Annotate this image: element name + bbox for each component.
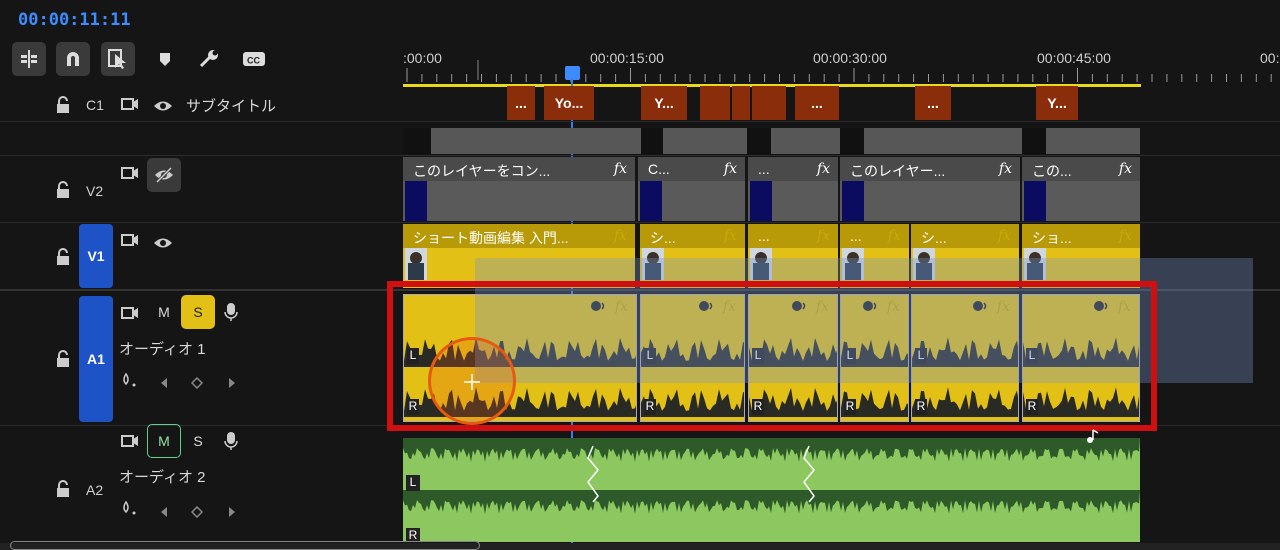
thumbnail [405, 248, 427, 280]
a2-music-clip[interactable]: L R [403, 438, 1140, 542]
fx-badge: fx [613, 161, 627, 177]
sync-lock-icon[interactable] [121, 96, 139, 115]
clip-title: シ... [921, 230, 947, 246]
keyframe-volume-icon[interactable] [120, 372, 138, 392]
fx-badge: fx [1118, 228, 1132, 244]
lock-icon[interactable] [55, 181, 71, 199]
caption-clip[interactable] [700, 86, 730, 120]
fx-badge: fx [1118, 161, 1132, 177]
voice-record-icon[interactable] [224, 431, 238, 455]
mute-button-a1[interactable]: M [147, 295, 181, 329]
v2-clip[interactable]: C... fx [638, 157, 745, 221]
add-marker-icon[interactable] [148, 42, 182, 76]
clip-title: このレイヤーをコン... [413, 163, 551, 179]
svg-text:CC: CC [247, 56, 260, 66]
sync-lock-icon[interactable] [121, 433, 139, 452]
lock-icon[interactable] [55, 350, 71, 368]
thumbnail [403, 128, 431, 154]
keyframe-volume-icon[interactable] [120, 500, 138, 520]
v2-clip[interactable]: このレイヤーをコン... fx [403, 157, 635, 221]
eye-icon[interactable] [153, 97, 173, 116]
track-target-v1[interactable]: V1 [79, 224, 113, 288]
solo-button-a2[interactable]: S [181, 424, 215, 458]
clip-title: シ... [650, 230, 676, 246]
mute-button-a2[interactable]: M [147, 424, 181, 458]
clip-title: ... [758, 228, 770, 244]
add-keyframe-icon[interactable] [190, 503, 204, 522]
next-keyframe-icon[interactable] [227, 374, 237, 393]
eye-hidden-icon[interactable] [147, 158, 181, 192]
clip-title: ショート動画編集 入門... [413, 230, 569, 246]
fx-badge: fx [613, 228, 627, 244]
clip-title: C... [648, 161, 670, 177]
v2-clip[interactable]: ... fx [748, 157, 838, 221]
playhead-timecode[interactable]: 00:00:11:11 [18, 10, 131, 30]
linked-selection-icon[interactable] [101, 42, 135, 76]
thumbnail [747, 128, 771, 154]
fx-badge: fx [723, 161, 737, 177]
clip-title: この... [1032, 163, 1072, 179]
captions-icon[interactable]: CC [237, 42, 271, 76]
fx-badge: fx [998, 161, 1012, 177]
music-note-icon [1086, 428, 1100, 447]
fx-badge: fx [887, 228, 901, 244]
track-name-v2[interactable]: V2 [86, 183, 103, 199]
settings-wrench-icon[interactable] [192, 42, 226, 76]
channel-right-label: R [406, 528, 420, 542]
v2-clip[interactable]: この... fx [1022, 157, 1140, 221]
add-keyframe-icon[interactable] [190, 374, 204, 393]
fx-badge: fx [816, 161, 830, 177]
channel-left-label: L [406, 475, 420, 491]
eye-icon[interactable] [153, 234, 173, 253]
v2-clip[interactable]: このレイヤー... fx [840, 157, 1020, 221]
caption-clip[interactable]: Y... [1036, 86, 1078, 120]
lock-icon[interactable] [55, 96, 71, 114]
sync-lock-icon[interactable] [121, 305, 139, 324]
move-cursor-icon [464, 374, 480, 394]
caption-clip[interactable]: ... [507, 86, 535, 120]
caption-clip[interactable]: Y... [641, 86, 687, 120]
fx-badge: fx [816, 228, 830, 244]
thumbnail [840, 128, 864, 154]
clip-title: このレイヤー... [850, 163, 946, 179]
snap-magnet-icon[interactable] [56, 42, 90, 76]
track-name-c1[interactable]: C1 [86, 97, 104, 113]
caption-clip[interactable] [752, 86, 786, 120]
clip-title: ... [850, 228, 862, 244]
prev-keyframe-icon[interactable] [159, 374, 169, 393]
caption-clip[interactable]: Yo... [544, 86, 594, 120]
lock-icon[interactable] [55, 480, 71, 498]
fx-badge: fx [997, 228, 1011, 244]
track-label-c1: サブタイトル [186, 98, 277, 115]
track-target-a1[interactable]: A1 [79, 296, 113, 422]
scrollbar-thumb[interactable] [10, 541, 480, 550]
caption-clip[interactable]: ... [795, 86, 839, 120]
thumbnail [641, 128, 663, 154]
prev-keyframe-icon[interactable] [159, 503, 169, 522]
thumbnail [1022, 128, 1046, 154]
track-name-a2[interactable]: A2 [86, 482, 103, 498]
voice-record-icon[interactable] [224, 302, 238, 326]
lock-icon[interactable] [55, 248, 71, 266]
solo-button-a1[interactable]: S [181, 295, 215, 329]
caption-clip[interactable]: ... [915, 86, 951, 120]
caption-clip[interactable] [732, 86, 750, 120]
track-label-a1: オーディオ 1 [119, 341, 206, 358]
next-keyframe-icon[interactable] [227, 503, 237, 522]
sync-lock-icon[interactable] [121, 165, 139, 184]
track-label-a2: オーディオ 2 [119, 469, 206, 486]
fx-badge: fx [723, 228, 737, 244]
clip-title: ... [758, 161, 770, 177]
insert-sequence-icon[interactable] [12, 42, 46, 76]
sync-lock-icon[interactable] [121, 232, 139, 251]
clip-title: ショ... [1032, 230, 1072, 246]
